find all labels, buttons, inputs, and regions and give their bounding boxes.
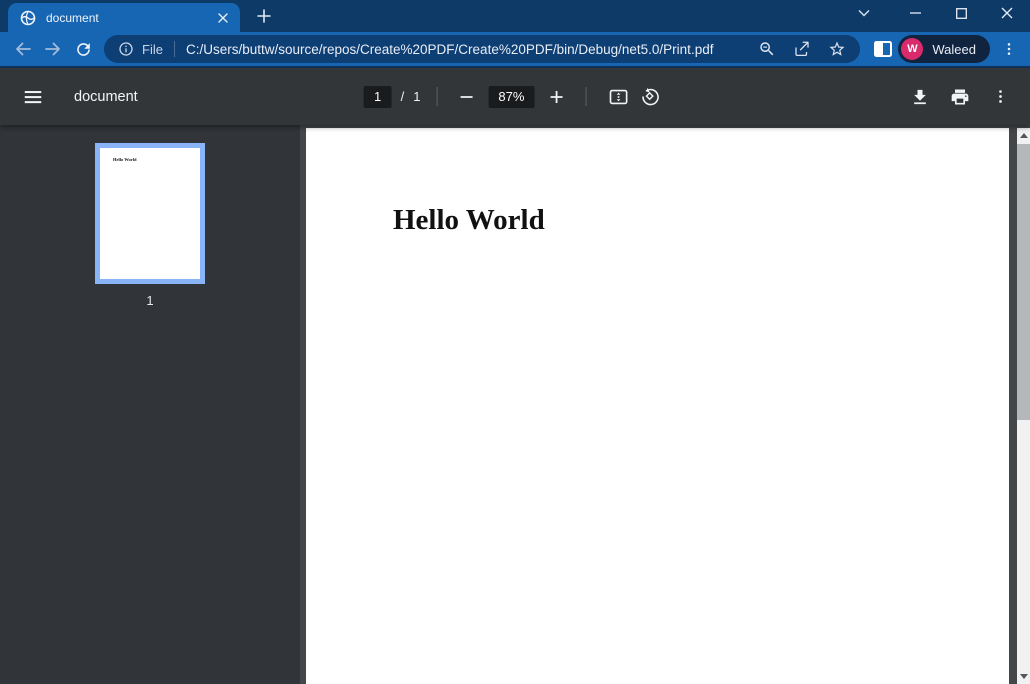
maximize-button[interactable] — [938, 0, 984, 26]
url-text[interactable]: C:/Users/buttw/source/repos/Create%20PDF… — [186, 42, 746, 57]
fit-to-page-icon — [607, 86, 629, 108]
scrollbar-thumb[interactable] — [1017, 144, 1030, 420]
page-number-input[interactable] — [364, 86, 392, 108]
pdf-action-buttons — [904, 68, 1016, 125]
download-icon — [910, 87, 930, 107]
new-tab-button[interactable] — [250, 2, 278, 30]
protocol-label: File — [142, 42, 163, 57]
thumbnail-text: Hello World — [113, 157, 137, 162]
zoom-out-button[interactable] — [450, 81, 482, 113]
minimize-button[interactable] — [892, 0, 938, 26]
minimize-icon — [910, 12, 921, 14]
zoom-out-search-icon[interactable] — [758, 40, 776, 58]
avatar: W — [901, 38, 923, 60]
share-icon[interactable] — [793, 40, 811, 58]
omnibox-divider — [174, 41, 175, 57]
back-arrow-icon — [13, 39, 33, 59]
document-viewport: Hello World — [300, 125, 1030, 684]
navigation-bar: File C:/Users/buttw/source/repos/Create%… — [0, 32, 1030, 68]
back-button[interactable] — [8, 34, 38, 64]
page-thumbnail-1[interactable]: Hello World — [95, 143, 205, 284]
info-icon[interactable] — [118, 41, 134, 57]
profile-name: Waleed — [932, 42, 976, 57]
zoom-level[interactable]: 87% — [488, 86, 534, 108]
pdf-viewer-content: Hello World 1 Hello World — [0, 125, 1030, 684]
reload-button[interactable] — [68, 34, 98, 64]
minus-icon — [458, 89, 474, 105]
plus-icon — [257, 9, 271, 23]
thumbnail-page-preview: Hello World — [95, 143, 205, 284]
document-heading: Hello World — [393, 206, 545, 235]
fit-to-page-button[interactable] — [602, 81, 634, 113]
toolbar-divider — [436, 87, 437, 106]
toolbar-divider — [585, 87, 586, 106]
reload-icon — [74, 40, 93, 59]
thumbnail-sidebar: Hello World 1 — [0, 125, 300, 684]
pdf-toolbar: document / 1 87% — [0, 68, 1030, 125]
pdf-menu-button[interactable] — [13, 77, 53, 117]
globe-icon — [20, 10, 36, 26]
triangle-down-icon — [1020, 674, 1028, 679]
forward-button[interactable] — [38, 34, 68, 64]
kebab-menu-icon — [992, 88, 1009, 105]
thumbnail-page-label: 1 — [146, 293, 153, 308]
side-panel-icon — [873, 39, 893, 59]
chevron-down-icon — [858, 9, 870, 17]
pdf-document-title: document — [74, 89, 138, 105]
download-button[interactable] — [904, 81, 936, 113]
print-button[interactable] — [944, 81, 976, 113]
rotate-counterclockwise-icon — [640, 87, 660, 107]
zoom-in-button[interactable] — [540, 81, 572, 113]
kebab-menu-icon — [1001, 41, 1017, 57]
page-slash: / — [401, 89, 405, 104]
pdf-page-zoom-controls: / 1 87% — [364, 68, 667, 125]
pdf-more-options-button[interactable] — [984, 81, 1016, 113]
browser-menu-button[interactable] — [996, 36, 1022, 62]
side-panel-button[interactable] — [868, 34, 898, 64]
omnibox-actions — [758, 40, 846, 58]
page-total: 1 — [413, 89, 420, 104]
triangle-up-icon — [1020, 133, 1028, 138]
profile-button[interactable]: W Waleed — [898, 35, 990, 63]
hamburger-menu-icon — [22, 86, 44, 108]
rotate-counterclockwise-button[interactable] — [634, 81, 666, 113]
scrollbar-up-button[interactable] — [1017, 128, 1030, 143]
maximize-icon — [956, 8, 967, 19]
bookmark-star-icon[interactable] — [828, 40, 846, 58]
window-controls — [844, 0, 1030, 26]
vertical-scrollbar[interactable] — [1017, 128, 1030, 684]
browser-tab-document[interactable]: document — [8, 3, 240, 32]
tab-close-icon[interactable] — [214, 9, 232, 27]
tab-search-button[interactable] — [844, 0, 884, 26]
print-icon — [950, 87, 970, 107]
pdf-page[interactable]: Hello World — [306, 128, 1009, 684]
forward-arrow-icon — [43, 39, 63, 59]
tab-title: document — [46, 11, 214, 25]
close-window-button[interactable] — [984, 0, 1030, 26]
titlebar: document — [0, 0, 1030, 32]
address-bar[interactable]: File C:/Users/buttw/source/repos/Create%… — [104, 35, 860, 63]
scrollbar-down-button[interactable] — [1017, 669, 1030, 684]
plus-icon — [548, 89, 564, 105]
close-icon — [1001, 7, 1013, 19]
